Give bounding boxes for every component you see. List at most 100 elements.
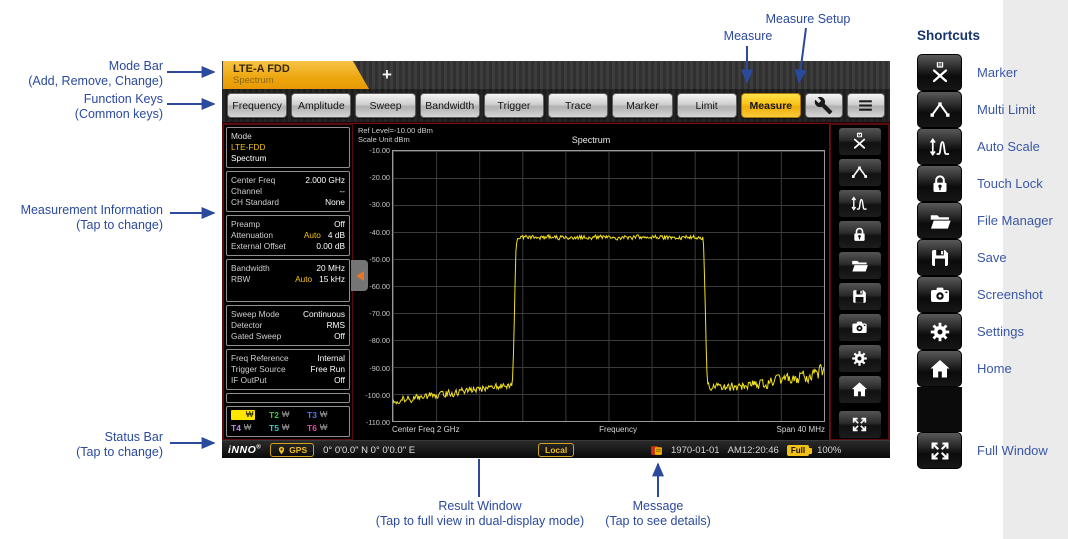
side-button-full-window[interactable] (837, 410, 882, 439)
annotation-status-bar: Status Bar (Tap to change) (76, 430, 163, 459)
function-key-limit[interactable]: Limit (676, 93, 737, 118)
shortcut-label: Home (977, 361, 1012, 376)
annotation-message: Message (Tap to see details) (605, 499, 711, 528)
function-keys-bar: Frequency Amplitude Sweep Bandwidth Trigger T… (222, 89, 890, 122)
info-panel-amplitude[interactable]: Preamp Off Attenuation Auto 4 dB External Off… (226, 215, 350, 256)
side-button-auto-scale[interactable] (837, 189, 882, 218)
annotation-function-keys: Function Keys (Common keys) (74, 92, 163, 121)
mode-tab-subtitle: Spectrum (233, 75, 274, 86)
function-key-trace[interactable]: Trace (548, 93, 609, 118)
side-button-settings[interactable] (837, 344, 882, 373)
shortcut-button-home[interactable] (917, 350, 962, 387)
side-button-marker[interactable] (837, 127, 882, 156)
shortcut-button-file-manager[interactable] (917, 202, 962, 239)
shortcut-row-settings: Settings (917, 313, 1067, 350)
shortcut-label: Full Window (977, 443, 1048, 458)
side-button-save[interactable] (837, 282, 882, 311)
function-key-bandwidth[interactable]: Bandwidth (419, 93, 480, 118)
side-button-screenshot[interactable] (837, 313, 882, 342)
shortcut-button-full-window[interactable] (917, 432, 962, 469)
side-button-file-manager[interactable] (837, 251, 882, 280)
y-tick-label: -90.00 (369, 363, 390, 373)
mode-bar[interactable]: LTE-A FDD Spectrum + (222, 61, 890, 89)
menu-button[interactable] (846, 93, 885, 118)
shortcut-button-touch-lock[interactable] (917, 165, 962, 202)
message-icon[interactable] (650, 444, 663, 457)
info-panel-sweep[interactable]: Sweep Mode Continuous Detector RMS Gated Swe… (226, 305, 350, 346)
trace-legend-item-t4[interactable]: T4 ₩ (231, 423, 269, 433)
trace-legend-item-t3[interactable]: T3 ₩ (307, 410, 345, 420)
shortcut-row-marker: Marker (917, 54, 1067, 91)
collapse-arrow-icon (355, 270, 364, 281)
status-date: 1970-01-01 (671, 444, 720, 456)
trace-legend-item-t1[interactable]: T1 ₩ (231, 410, 256, 420)
menu-icon (856, 96, 875, 115)
touch-lock-icon (928, 172, 952, 196)
marker-icon (850, 132, 869, 151)
info-row: Bandwidth 20 MHz (231, 263, 345, 273)
status-right-group: 1970-01-01 AM12:20:46 Full 100% (650, 441, 841, 459)
gps-badge[interactable]: GPS (270, 443, 315, 457)
measure-setup-button[interactable] (804, 93, 843, 118)
y-tick-label: -10.00 (369, 146, 390, 155)
result-window[interactable]: Ref Level=-10.00 dBm Scale Unit dBm Spec… (351, 123, 830, 441)
function-key-frequency[interactable]: Frequency (227, 93, 288, 118)
function-key-trigger[interactable]: Trigger (483, 93, 545, 118)
add-mode-button[interactable]: + (374, 63, 400, 87)
local-badge[interactable]: Local (538, 443, 575, 457)
shortcut-button-marker[interactable] (917, 54, 962, 91)
shortcuts-list: Marker Multi Limit Auto Scale Touch Lock Fil… (917, 54, 1067, 469)
ref-level-label: Ref Level=-10.00 dBm (358, 126, 433, 135)
shortcut-label: File Manager (977, 213, 1053, 228)
chart-title: Spectrum (571, 135, 611, 145)
shortcut-button-settings[interactable] (917, 313, 962, 350)
file-manager-icon (850, 256, 869, 275)
function-key-marker[interactable]: Marker (612, 93, 673, 118)
touch-lock-icon (850, 225, 869, 244)
shortcut-row-save: Save (917, 239, 1067, 276)
trace-legend[interactable]: T1 ₩ T2 ₩ T3 ₩ T4 ₩ T5 ₩ T6 ₩ (226, 406, 350, 437)
function-key-sweep[interactable]: Sweep (355, 93, 416, 118)
status-time: AM12:20:46 (727, 444, 779, 456)
x-axis-labels: Center Freq 2 GHz Frequency Span 40 MHz (392, 425, 825, 434)
info-panel-mode[interactable]: Mode LTE-FDD Spectrum (226, 127, 350, 168)
side-button-touch-lock[interactable] (837, 220, 882, 249)
shortcuts-legend: Shortcuts Marker Multi Limit Auto Scale Tou… (917, 28, 1067, 469)
side-button-multi-limit[interactable] (837, 158, 882, 187)
shortcut-label: Screenshot (977, 287, 1043, 302)
info-row: Channel -- (231, 186, 345, 196)
home-icon (850, 380, 869, 399)
y-tick-label: -100.00 (365, 390, 390, 400)
info-panel-spare[interactable] (226, 393, 350, 403)
home-icon (928, 357, 952, 381)
shortcut-button-screenshot[interactable] (917, 276, 962, 313)
shortcut-button-auto-scale[interactable] (917, 128, 962, 165)
info-panel-trigger[interactable]: Freq Reference Internal Trigger Source Free… (226, 349, 350, 390)
info-line: Mode (231, 131, 252, 141)
trace-legend-item-t2[interactable]: T2 ₩ (269, 410, 307, 420)
function-key-amplitude[interactable]: Amplitude (291, 93, 352, 118)
trace-legend-item-t6[interactable]: T6 ₩ (307, 423, 345, 433)
shortcut-button-multi-limit[interactable] (917, 91, 962, 128)
info-panel-frequency[interactable]: Center Freq 2.000 GHz Channel -- CH Standard… (226, 171, 350, 212)
panel-collapse-handle[interactable] (351, 260, 368, 291)
function-key-measure[interactable]: Measure (740, 93, 801, 118)
settings-icon (850, 349, 869, 368)
side-button-home[interactable] (837, 375, 882, 404)
spectrum-plot[interactable] (392, 150, 825, 422)
measurement-information-panel[interactable]: Mode LTE-FDD Spectrum Center Freq 2.000 GHz C… (222, 123, 353, 441)
screenshot-icon (928, 283, 952, 307)
annotation-measure: Measure (723, 29, 773, 43)
shortcut-button-save[interactable] (917, 239, 962, 276)
file-manager-icon (928, 209, 952, 233)
shortcut-row-home: Home (917, 350, 1067, 387)
annotation-result-window: Result Window (Tap to full view in dual-d… (375, 499, 585, 528)
local-label: Local (545, 445, 568, 455)
trace-legend-item-t5[interactable]: T5 ₩ (269, 423, 307, 433)
info-row: CH Standard None (231, 197, 345, 207)
shortcut-icon-column (830, 123, 890, 441)
info-panel-bandwidth[interactable]: Bandwidth 20 MHz RBW Auto 15 kHz (226, 259, 350, 302)
status-bar[interactable]: iNNO® GPS 0° 0'0.0" N 0° 0'0.0" E Local … (222, 440, 890, 458)
mode-tab[interactable]: LTE-A FDD Spectrum (223, 61, 369, 89)
info-row: Detector RMS (231, 320, 345, 330)
